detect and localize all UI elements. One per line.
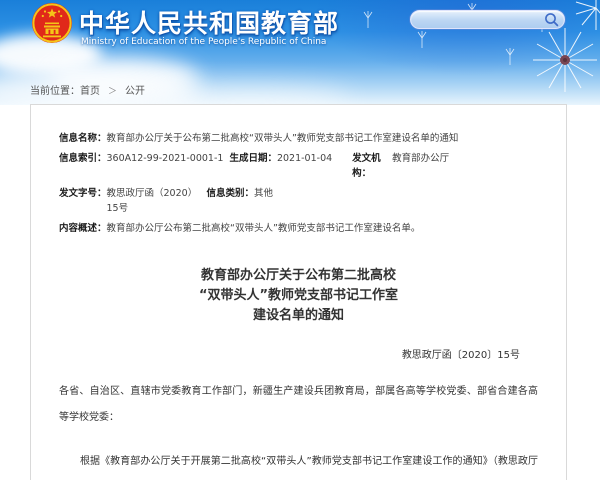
search-button[interactable] [544, 12, 559, 27]
document-title-line1: 教育部办公厅关于公布第二批高校 [200, 268, 396, 283]
document-body: 各省、自治区、直辖市党委教育工作部门，新疆生产建设兵团教育局，部属各高等学校党委… [59, 379, 538, 480]
site-subtitle: Ministry of Education of the People's Re… [81, 37, 327, 47]
meta-index-value: 360A12-99-2021-0001-1 [106, 153, 224, 164]
breadcrumb-current-link[interactable]: 公开 [125, 86, 145, 97]
document-title-line3: 建设名单的通知 [252, 308, 344, 323]
meta-docno-label: 发文字号： [59, 188, 107, 199]
meta-index-label: 信息索引： [59, 153, 107, 164]
breadcrumb-home-link[interactable]: 首页 [80, 86, 100, 97]
document-number: 教思政厅函〔2020〕15号 [401, 350, 520, 361]
meta-row-index-date-org: 信息索引： 360A12-99-2021-0001-1 生成日期： 2021-0… [59, 151, 538, 181]
site-header: 中华人民共和国教育部 Ministry of Education of the … [0, 0, 600, 105]
search-input[interactable] [423, 12, 544, 27]
content-panel: 信息名称： 教育部办公厅关于公布第二批高校“双带头人”教师党支部书记工作室建设名… [30, 104, 567, 480]
meta-org-label: 发文机构： [352, 153, 381, 179]
meta-row-summary: 内容概述： 教育部办公厅公布第二批高校“双带头人”教师党支部书记工作室建设名单。 [59, 221, 538, 236]
search-icon [545, 13, 559, 27]
site-title: 中华人民共和国教育部 [79, 9, 340, 38]
document-salutation: 各省、自治区、直辖市党委教育工作部门，新疆生产建设兵团教育局，部属各高等学校党委… [59, 386, 538, 423]
breadcrumb-prefix: 当前位置： [30, 86, 80, 97]
meta-row-name: 信息名称： 教育部办公厅关于公布第二批高校“双带头人”教师党支部书记工作室建设名… [59, 131, 538, 146]
national-emblem-icon [32, 3, 72, 43]
breadcrumb: 当前位置：首页 ＞ 公开 [30, 82, 145, 97]
document-title: 教育部办公厅关于公布第二批高校 “双带头人”教师党支部书记工作室 建设名单的通知 [59, 266, 538, 326]
meta-docno-value: 教思政厅函（2020）15号 [106, 188, 198, 214]
meta-date-value: 2021-01-04 [276, 153, 333, 164]
cloud-decoration [150, 86, 350, 105]
meta-name-value: 教育部办公厅关于公布第二批高校“双带头人”教师党支部书记工作室建设名单的通知 [106, 133, 459, 144]
search-bar[interactable] [410, 10, 565, 29]
meta-summary-value: 教育部办公厅公布第二批高校“双带头人”教师党支部书记工作室建设名单。 [106, 223, 421, 234]
document-meta-table: 信息名称： 教育部办公厅关于公布第二批高校“双带头人”教师党支部书记工作室建设名… [59, 131, 538, 236]
meta-date-label: 生成日期： [229, 153, 277, 164]
document-paragraph-1: 根据《教育部办公厅关于开展第二批高校“双带头人”教师党支部书记工作室建设工作的通… [80, 456, 538, 467]
meta-row-docno-type: 发文字号： 教思政厅函（2020）15号 信息类别： 其他 [59, 186, 538, 216]
meta-name-label: 信息名称： [59, 133, 107, 144]
meta-summary-label: 内容概述： [59, 223, 107, 234]
meta-type-label: 信息类别： [206, 188, 255, 199]
breadcrumb-separator: ＞ [108, 87, 118, 97]
meta-org-value: 教育部办公厅 [392, 153, 450, 164]
page: 中华人民共和国教育部 Ministry of Education of the … [0, 0, 600, 480]
document-title-line2: “双带头人”教师党支部书记工作室 [198, 288, 399, 303]
meta-type-value: 其他 [254, 188, 274, 199]
